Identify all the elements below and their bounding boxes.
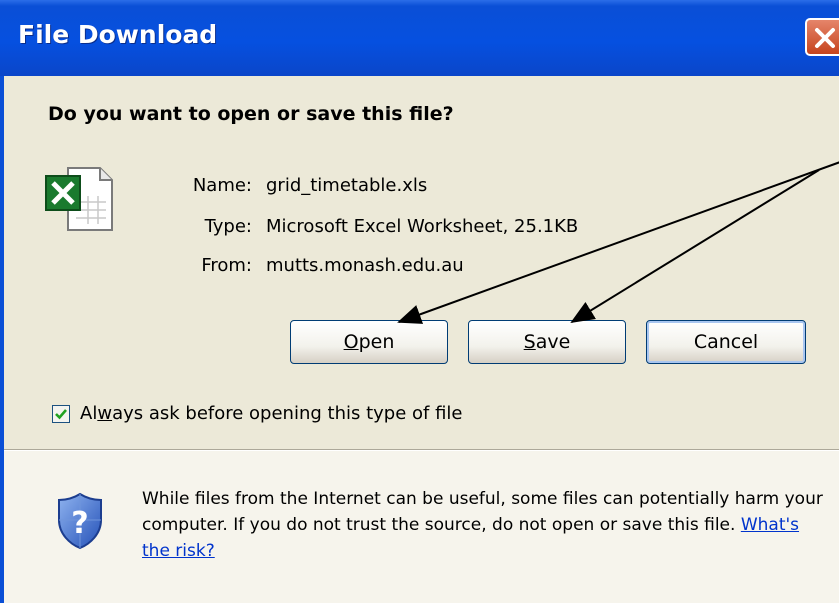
file-download-dialog: File Download Do you want to open or sav…	[0, 0, 839, 603]
annotation-arrows	[397, 161, 839, 324]
